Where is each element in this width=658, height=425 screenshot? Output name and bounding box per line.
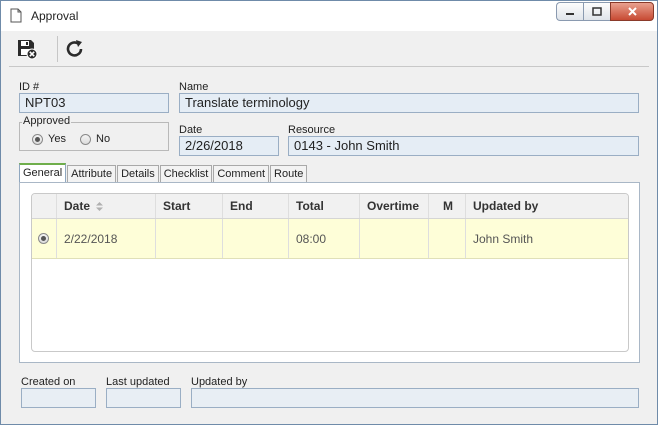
- toolbar: [9, 31, 649, 67]
- general-tab-panel: Date Start End Total Overtime M Updated …: [19, 182, 640, 363]
- cell-total: 08:00: [289, 219, 360, 258]
- approved-no-label: No: [96, 133, 111, 145]
- updated-by-label: Updated by: [191, 376, 248, 388]
- tab-checklist[interactable]: Checklist: [159, 165, 213, 183]
- approved-label: Approved: [22, 115, 72, 127]
- toolbar-separator: [57, 36, 58, 62]
- tab-details[interactable]: Details: [117, 165, 159, 183]
- column-header-date[interactable]: Date: [57, 194, 156, 218]
- column-header-total[interactable]: Total: [289, 194, 360, 218]
- row-select-radio-icon: [38, 233, 49, 244]
- column-header-overtime[interactable]: Overtime: [360, 194, 429, 218]
- date-label: Date: [179, 124, 203, 136]
- window-controls: [556, 2, 654, 21]
- grid-header-row: Date Start End Total Overtime M Updated …: [32, 194, 628, 219]
- resource-field[interactable]: 0143 - John Smith: [288, 136, 639, 156]
- save-close-button[interactable]: [13, 35, 41, 63]
- sort-icon: [96, 201, 104, 211]
- id-label: ID #: [19, 81, 40, 93]
- approved-yes-radio[interactable]: Yes: [32, 133, 66, 145]
- cell-m: [429, 219, 466, 258]
- cell-date: 2/22/2018: [57, 219, 156, 258]
- column-header-updated-by[interactable]: Updated by: [466, 194, 628, 218]
- name-field[interactable]: Translate terminology: [179, 93, 639, 113]
- last-updated-field: [106, 388, 181, 408]
- column-header-date-label: Date: [64, 199, 91, 213]
- column-header-select: [32, 194, 57, 218]
- maximize-icon: [592, 7, 602, 16]
- refresh-icon: [66, 40, 83, 57]
- window-title: Approval: [31, 9, 79, 23]
- close-button[interactable]: [610, 2, 654, 21]
- approved-yes-label: Yes: [48, 133, 66, 145]
- title-bar: Approval: [1, 1, 657, 31]
- cell-overtime: [360, 219, 429, 258]
- created-on-label: Created on: [21, 376, 76, 388]
- row-select-cell[interactable]: [32, 219, 57, 258]
- cell-start: [156, 219, 223, 258]
- time-entries-grid: Date Start End Total Overtime M Updated …: [31, 193, 629, 352]
- created-on-field: [21, 388, 96, 408]
- radio-checked-icon: [32, 133, 43, 145]
- save-close-icon: [18, 40, 38, 60]
- date-field[interactable]: 2/26/2018: [179, 136, 279, 156]
- close-icon: [627, 7, 637, 16]
- approval-window: Approval ID # NPT03 Name Translate termi…: [0, 0, 658, 425]
- cell-end: [223, 219, 289, 258]
- last-updated-label: Last updated: [106, 376, 170, 388]
- approved-group: Approved Yes No: [19, 115, 169, 151]
- column-header-end[interactable]: End: [223, 194, 289, 218]
- cell-updated-by: John Smith: [473, 231, 534, 246]
- radio-unchecked-icon: [80, 133, 91, 145]
- table-row[interactable]: 2/22/2018 08:00 John Smith: [32, 219, 628, 259]
- resource-label: Resource: [288, 124, 336, 136]
- column-header-m[interactable]: M: [429, 194, 466, 218]
- tab-general[interactable]: General: [19, 163, 67, 183]
- document-icon: [10, 8, 22, 26]
- tab-comment[interactable]: Comment: [213, 165, 270, 183]
- name-label: Name: [179, 81, 209, 93]
- id-field[interactable]: NPT03: [19, 93, 169, 113]
- approved-no-radio[interactable]: No: [80, 133, 110, 145]
- minimize-icon: [566, 12, 574, 15]
- refresh-button[interactable]: [61, 35, 89, 63]
- tab-attribute[interactable]: Attribute: [67, 165, 117, 183]
- updated-by-field: [191, 388, 639, 408]
- minimize-button[interactable]: [556, 2, 583, 21]
- tab-route[interactable]: Route: [270, 165, 308, 183]
- maximize-button[interactable]: [583, 2, 610, 21]
- tab-bar: General Attribute Details Checklist Comm…: [19, 163, 308, 183]
- column-header-start[interactable]: Start: [156, 194, 223, 218]
